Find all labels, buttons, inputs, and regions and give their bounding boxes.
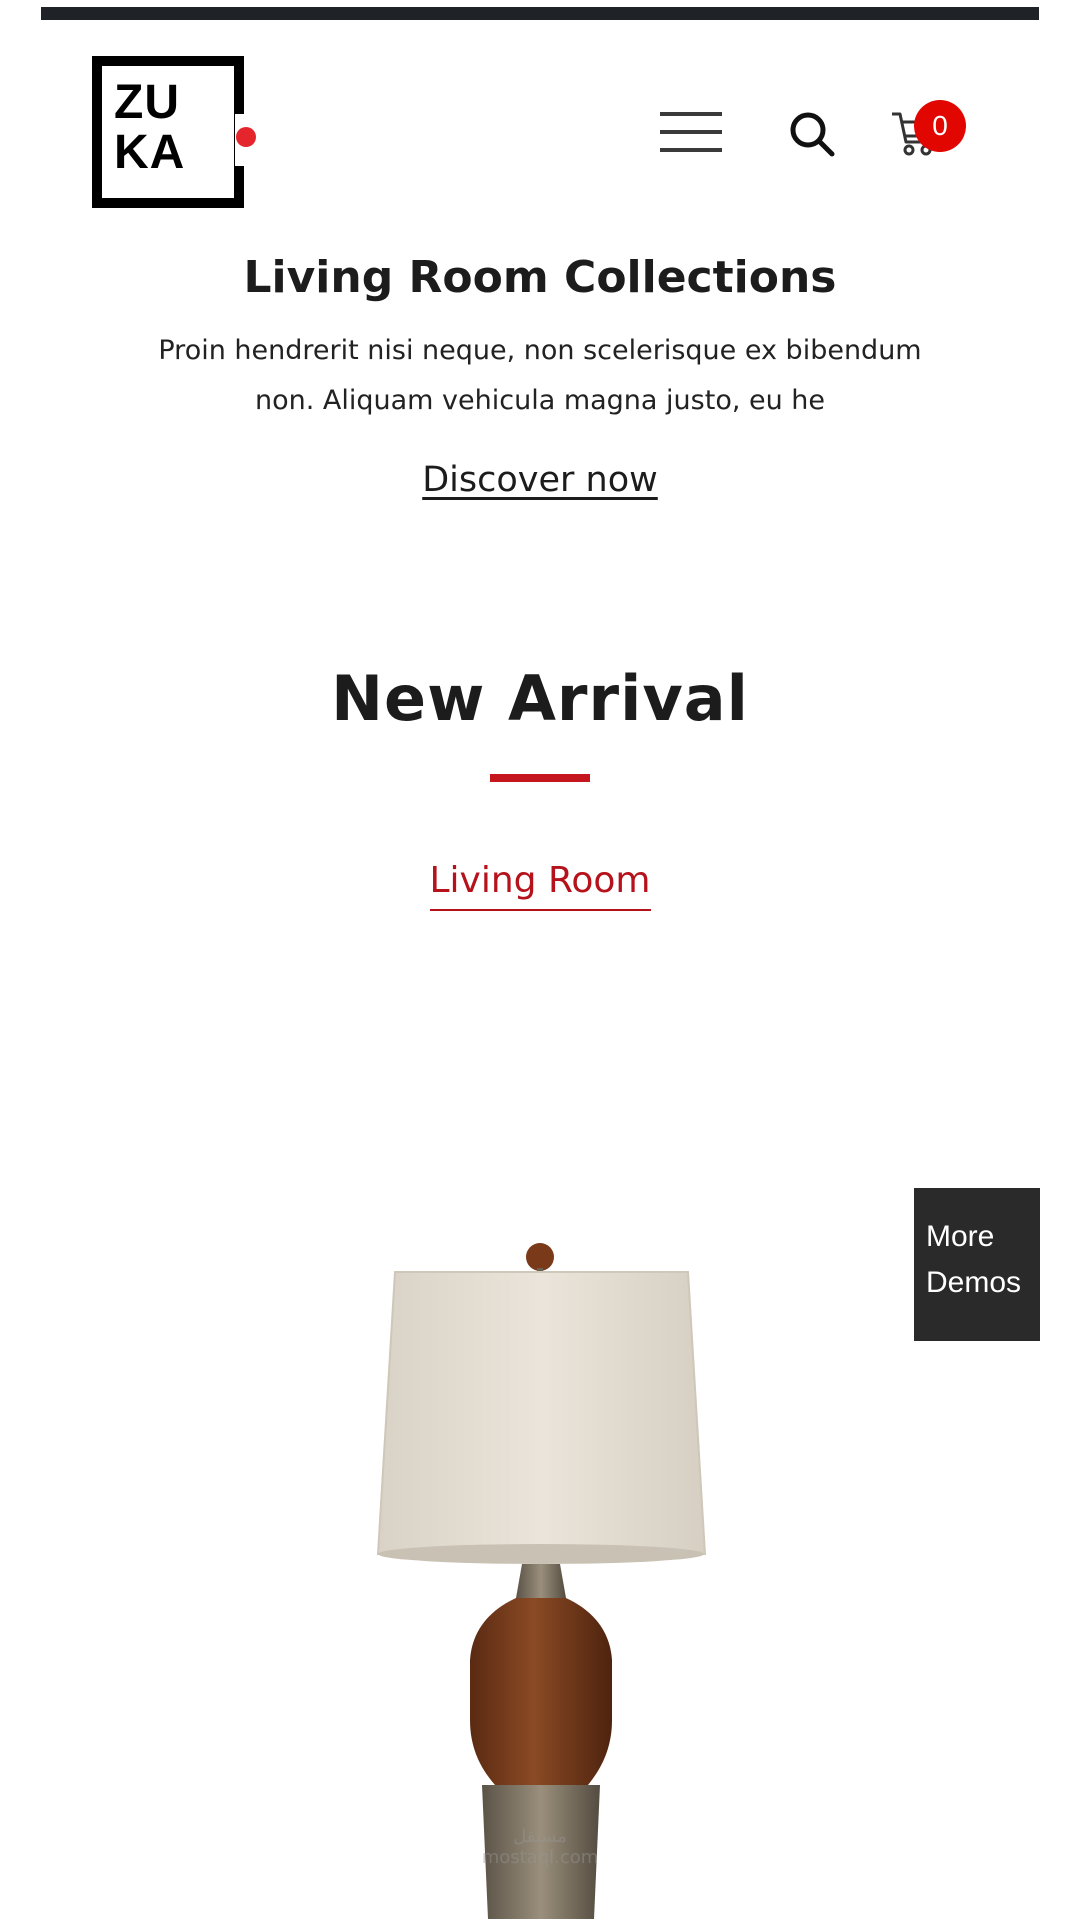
hamburger-menu-icon[interactable] [658,108,724,158]
top-border-bar [41,7,1039,20]
tab-living-room[interactable]: Living Room [429,860,651,911]
search-icon[interactable] [788,110,836,158]
zuka-logo[interactable]: ZU KA [92,56,256,208]
product-image-table-lamp[interactable] [120,1040,980,1919]
cart-count-badge: 0 [914,100,966,152]
category-tabs: Living Room [0,860,1080,911]
more-demos-button[interactable]: More Demos [914,1188,1040,1341]
discover-now-link[interactable]: Discover now [422,460,658,500]
new-arrival-title: New Arrival [331,662,749,735]
title-underline-rule [490,774,590,782]
discover-now-link-wrap: Discover now [0,460,1080,500]
logo-text: ZU KA [114,76,186,179]
logo-dot [236,127,256,147]
hero-description: Proin hendrerit nisi neque, non sceleris… [158,335,922,416]
hero-title: Living Room Collections [243,252,837,303]
